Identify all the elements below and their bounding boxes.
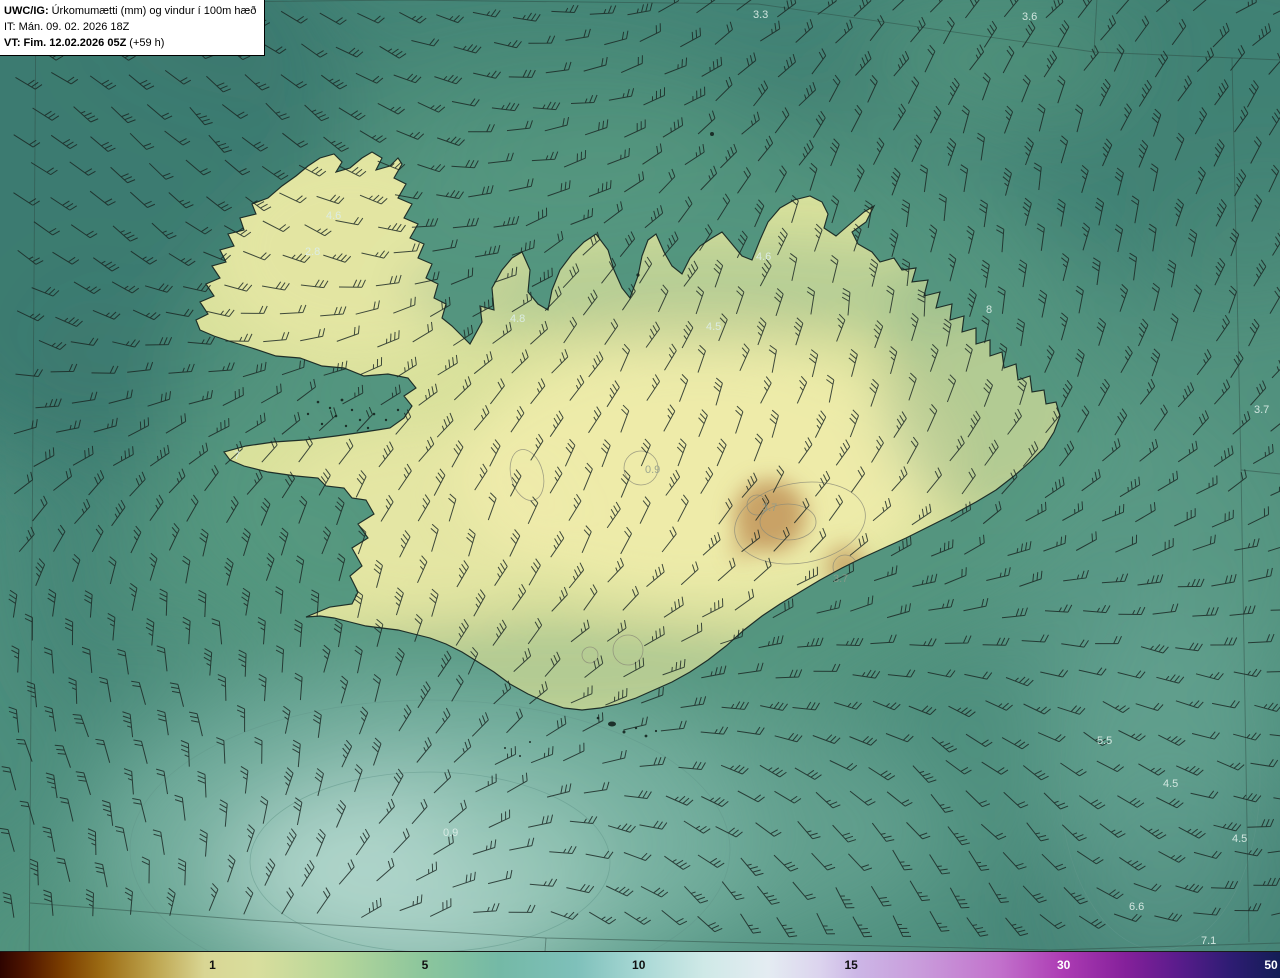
value-label: 3.7: [833, 573, 848, 585]
map-title: Úrkomumætti (mm) og vindur í 100m hæð: [51, 5, 257, 17]
colorbar-tick: 5: [421, 958, 429, 972]
value-label: 4.5: [706, 321, 721, 333]
value-label: 4.5: [1232, 833, 1247, 845]
weather-map-page: 3.3 3.6 4.6 2.8 4.8 4.6 4.5 8 3.7 7 0.9 3.7 3.7 5.5 4.…: [0, 0, 1280, 978]
value-label: 3.7: [1254, 404, 1269, 416]
valid-time: VT: Fim. 12.02.2026 05Z: [4, 37, 127, 49]
value-label: 3.6: [1022, 11, 1037, 23]
valid-offset: (+59 h): [129, 37, 165, 49]
value-label: 8: [986, 304, 992, 316]
map-title-line: UWC/IG: Úrkomumætti (mm) og vindur í 100m…: [4, 3, 256, 19]
value-label: 4.6: [756, 251, 771, 263]
value-label: 3.7: [762, 502, 777, 514]
value-label: 2.8: [305, 246, 320, 258]
valid-time-line: VT: Fim. 12.02.2026 05Z (+59 h): [4, 35, 256, 51]
colorbar-tick: 50: [1264, 958, 1278, 972]
value-label: 0.9: [645, 464, 660, 476]
value-label: 6.6: [1129, 901, 1144, 913]
map-title-box: UWC/IG: Úrkomumætti (mm) og vindur í 100m…: [0, 0, 266, 56]
value-label: 4.5: [1163, 778, 1178, 790]
value-label: 4.8: [510, 313, 525, 325]
map-canvas: 3.3 3.6 4.6 2.8 4.8 4.6 4.5 8 3.7 7 0.9 3.7 3.7 5.5 4.…: [0, 0, 1280, 978]
value-label: 4.6: [326, 210, 341, 222]
value-label: 7: [234, 450, 240, 462]
colorbar-tick: 30: [1056, 958, 1071, 972]
colorbar-tick: 10: [632, 958, 646, 972]
colorbar-tick: 1: [209, 958, 216, 972]
model-label: UWC/IG:: [4, 5, 49, 17]
colorbar: 1 5 10 15 30 50: [0, 951, 1280, 978]
value-label: 0.9: [443, 827, 458, 839]
value-label: 3.3: [753, 9, 768, 21]
colorbar-tick: 15: [844, 958, 858, 972]
init-time-line: IT: Mán. 09. 02. 2026 18Z: [4, 21, 130, 33]
value-label: 5.5: [1097, 735, 1112, 747]
value-label: 7.1: [1201, 935, 1216, 947]
